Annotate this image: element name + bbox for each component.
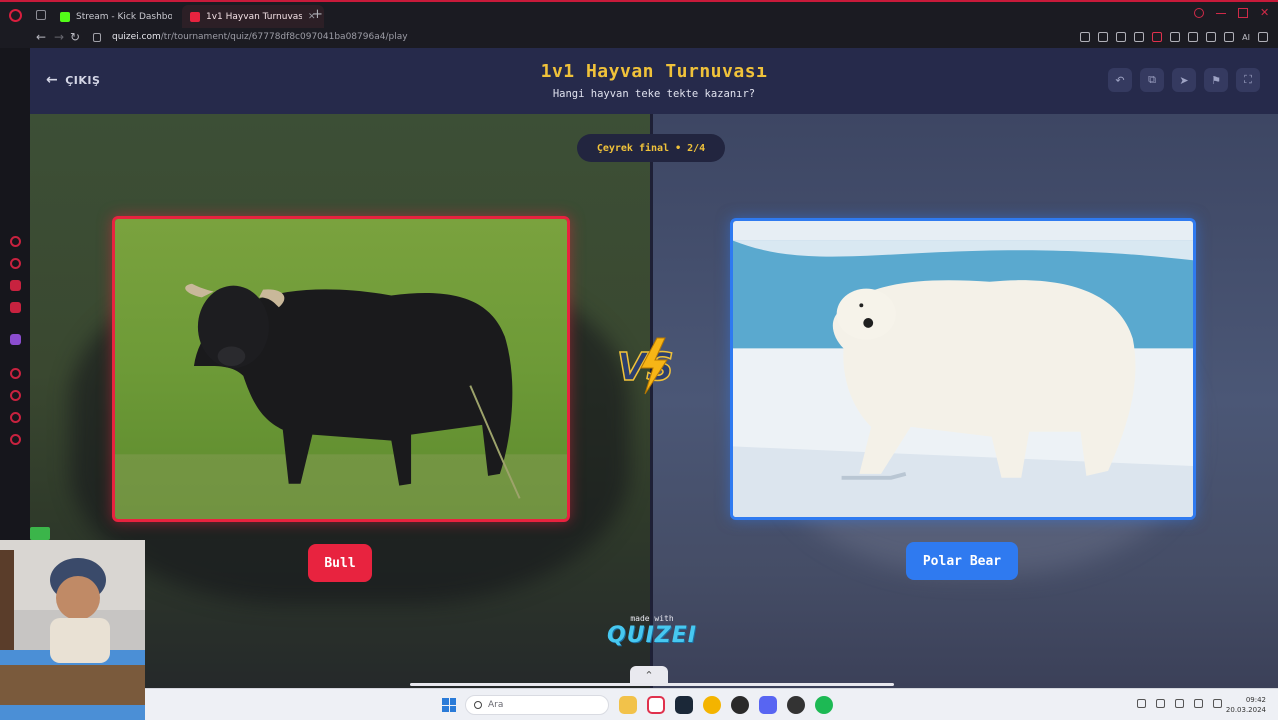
download-icon[interactable] [1206,32,1217,42]
windows-taskbar: Ara 09:42 20.03.2024 [145,688,1278,720]
browser-tab-bar: Stream - Kick Dashboard 1v1 Hayvan Turnu… [0,0,1278,29]
polar-bear-image-card[interactable] [730,218,1196,520]
search-icon [474,701,482,709]
quizei-logo: QUIZEI [607,623,697,648]
heart-icon[interactable] [1188,32,1199,42]
sidebar-notes-icon[interactable] [10,390,21,401]
app-icon[interactable] [787,696,805,714]
choose-polar-bear-button[interactable]: Polar Bear [906,542,1018,580]
windows-start-icon[interactable] [442,698,456,712]
vs-emblem-icon: VS [616,337,675,395]
webcam-image [0,540,145,720]
file-explorer-icon[interactable] [619,696,637,714]
obs-icon[interactable] [731,696,749,714]
center-divider [650,114,653,688]
close-window-icon[interactable]: ✕ [1260,7,1270,18]
extension-bar: AI [1080,32,1268,42]
sidebar-settings-icon[interactable] [10,434,21,445]
search-placeholder: Ara [488,700,504,710]
bookmark-icon[interactable] [1098,32,1109,42]
menu-icon[interactable] [1258,32,1268,42]
sidebar-history-icon[interactable] [10,236,21,247]
scroll-indicator [410,683,894,686]
screen: Stream - Kick Dashboard 1v1 Hayvan Turnu… [0,0,1278,720]
reload-icon[interactable]: ↻ [70,31,80,44]
opera-gx-icon[interactable] [647,696,665,714]
wifi-icon[interactable] [1194,699,1203,708]
minimize-icon[interactable] [1216,8,1226,14]
header-actions: ↶ ⧉ ➤ ⚑ ⛶ [1108,68,1260,92]
url-field[interactable]: quizei.com/tr/tournament/quiz/67778df8c0… [112,32,408,42]
play-icon[interactable] [1134,32,1145,42]
tab-kick-dashboard[interactable]: Stream - Kick Dashboard [52,5,180,29]
back-icon[interactable]: ← [36,31,46,44]
sidebar-messenger-icon[interactable] [10,280,21,291]
volume-icon[interactable] [1213,699,1222,708]
tab-overview-icon[interactable] [36,10,46,20]
sidebar-twitch-icon[interactable] [10,334,21,345]
bluetooth-icon[interactable] [1175,699,1184,708]
network-icon[interactable] [1156,699,1165,708]
share-icon[interactable]: ⧉ [1140,68,1164,92]
discord-icon[interactable] [759,696,777,714]
quiz-subtitle: Hangi hayvan teke tekte kazanır? [552,88,756,100]
quiz-title: 1v1 Hayvan Turnuvası [540,61,768,82]
sidebar-profile-icon[interactable] [10,258,21,269]
maximize-icon[interactable] [1238,8,1248,18]
address-bar: ← → ↻ quizei.com/tr/tournament/quiz/6777… [0,28,1278,48]
send-icon[interactable]: ➤ [1172,68,1196,92]
search-tabs-icon[interactable] [1194,8,1204,18]
tab-label: 1v1 Hayvan Turnuvası - Ti [206,12,302,22]
taskbar-search[interactable]: Ara [465,695,609,715]
webcam-status-badge [30,527,50,540]
chevron-up-tray-icon[interactable] [1137,699,1146,708]
clock-date: 20.03.2024 [1225,706,1266,714]
fullscreen-icon[interactable]: ⛶ [1236,68,1260,92]
url-domain: quizei.com [112,32,161,42]
polar-bear-image [733,221,1193,517]
adblock-icon[interactable] [1152,32,1163,42]
duel-arena: Çeyrek final • 2/4 Bull Polar Bear made … [30,114,1278,688]
clock-time: 09:42 [1245,696,1266,704]
new-tab-button[interactable]: + [312,8,323,22]
kick-favicon-icon [60,12,70,22]
bull-image-card[interactable] [112,216,570,522]
undo-icon[interactable]: ↶ [1108,68,1132,92]
quiz-page: ← ÇIKIŞ 1v1 Hayvan Turnuvası Hangi hayva… [30,48,1278,688]
bull-image [115,219,567,519]
send-icon[interactable] [1224,32,1235,42]
webcam-overlay [0,540,145,720]
ai-extension-icon[interactable]: AI [1242,33,1250,42]
tab-quiz[interactable]: 1v1 Hayvan Turnuvası - Ti ✕ [182,5,324,29]
stage-badge: Çeyrek final • 2/4 [577,134,725,162]
screenshot-icon[interactable] [1080,32,1091,42]
forward-icon[interactable]: → [54,31,64,44]
quiz-header: ← ÇIKIŞ 1v1 Hayvan Turnuvası Hangi hayva… [30,48,1278,114]
quizei-favicon-icon [190,12,200,22]
taskbar-clock[interactable]: 09:42 20.03.2024 [1226,695,1266,715]
choose-bull-button[interactable]: Bull [308,544,372,582]
spotify-icon[interactable] [815,696,833,714]
made-with-label: made with [630,614,674,623]
system-tray [1137,699,1222,708]
url-path: /tr/tournament/quiz/67778df8c097041ba087… [160,32,408,42]
chrome-icon[interactable] [703,696,721,714]
tab-icon[interactable] [1116,32,1127,42]
sidebar-bell-icon[interactable] [10,412,21,423]
flag-icon[interactable]: ⚑ [1204,68,1228,92]
lock-icon [93,33,101,42]
shield-icon[interactable] [1170,32,1181,42]
window-controls: ✕ [1194,7,1270,18]
sidebar-clock-icon[interactable] [10,368,21,379]
sidebar-player-icon[interactable] [10,302,21,313]
made-with-quizei[interactable]: made with QUIZEI [602,614,702,648]
tab-label: Stream - Kick Dashboard [76,12,172,22]
steam-icon[interactable] [675,696,693,714]
browser-menu-icon[interactable] [9,9,22,22]
